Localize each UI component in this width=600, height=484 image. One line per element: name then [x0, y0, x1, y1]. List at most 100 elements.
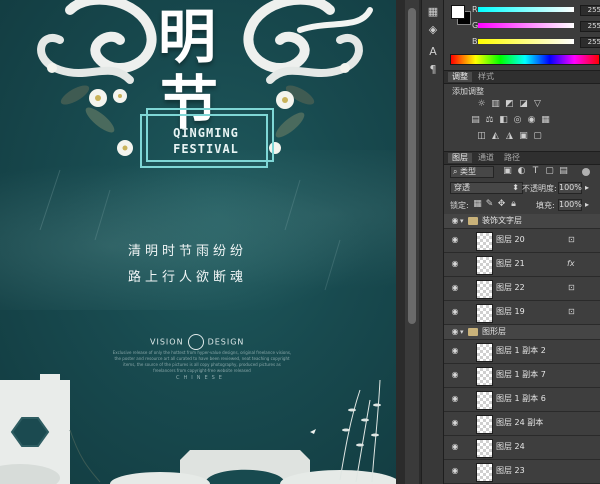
group-expand-icon[interactable]: ▾	[460, 327, 464, 337]
english-title-line-2: FESTIVAL	[173, 142, 239, 156]
filter-pixel-icon[interactable]: ▣	[502, 166, 513, 176]
r-label: R	[472, 5, 478, 14]
layer-name[interactable]: 图层 20	[496, 235, 525, 245]
layer-thumbnail	[476, 280, 493, 299]
layer-name[interactable]: 图层 22	[496, 283, 525, 293]
layer-thumbnail	[476, 256, 493, 275]
visibility-eye-icon[interactable]: ◉	[450, 418, 460, 428]
tab-layers[interactable]: 图层	[448, 153, 472, 163]
layer-row[interactable]: ◉ 图层 1 副本 2	[444, 340, 600, 364]
lock-pixels-icon[interactable]: ✎	[484, 199, 495, 209]
r-value-input[interactable]: 255	[580, 5, 600, 16]
tab-paths[interactable]: 路径	[500, 153, 524, 163]
layer-name[interactable]: 图层 1 副本 2	[496, 346, 546, 356]
selective-color-icon[interactable]: ▢	[532, 131, 543, 141]
filter-adjust-icon[interactable]: ◐	[516, 166, 527, 176]
filter-type-icon[interactable]: T	[530, 166, 541, 176]
visibility-eye-icon[interactable]: ◉	[450, 216, 460, 226]
layer-lock-icon: ⊡	[568, 283, 575, 292]
lock-transparent-icon[interactable]: ▦	[472, 199, 483, 209]
visibility-eye-icon[interactable]: ◉	[450, 327, 460, 337]
g-slider[interactable]	[478, 23, 574, 28]
visibility-eye-icon[interactable]: ◉	[450, 370, 460, 380]
folder-icon	[468, 328, 478, 336]
gradient-map-icon[interactable]: ▣	[518, 131, 529, 141]
threshold-icon[interactable]: ◮	[504, 131, 515, 141]
layer-row[interactable]: ◉ 图层 20 ⊡	[444, 229, 600, 253]
document-canvas[interactable]: 明 节 QINGMING FESTIVAL 清明时节雨纷纷 路上行人欲断魂 VI…	[0, 0, 396, 484]
layer-row[interactable]: ◉ 图层 19 ⊡	[444, 301, 600, 325]
layer-name[interactable]: 装饰文字层	[482, 216, 522, 226]
color-balance-icon[interactable]: ⚖	[484, 115, 495, 125]
visibility-eye-icon[interactable]: ◉	[450, 259, 460, 269]
posterize-icon[interactable]: ◭	[490, 131, 501, 141]
hue-icon[interactable]: ▤	[470, 115, 481, 125]
lock-position-icon[interactable]: ✥	[496, 199, 507, 209]
color-lookup-icon[interactable]: ▦	[540, 115, 551, 125]
visibility-eye-icon[interactable]: ◉	[450, 466, 460, 476]
paragraph-icon[interactable]: ¶	[426, 64, 440, 76]
layer-row[interactable]: ◉ 图层 23	[444, 460, 600, 484]
visibility-eye-icon[interactable]: ◉	[450, 442, 460, 452]
foreground-swatch-top	[451, 5, 465, 19]
visibility-eye-icon[interactable]: ◉	[450, 283, 460, 293]
english-title-line-1: QINGMING	[173, 126, 239, 140]
fill-label: 填充:	[536, 201, 555, 210]
layer-name[interactable]: 图层 23	[496, 466, 525, 476]
layer-name[interactable]: 图层 1 副本 6	[496, 394, 546, 404]
layer-group-graphics[interactable]: ◉ ▾ 图形层	[444, 325, 600, 340]
layer-name[interactable]: 图层 1 副本 7	[496, 370, 546, 380]
filter-smart-icon[interactable]: ▤	[558, 166, 569, 176]
filter-kind-select[interactable]: ⌕ 类型	[450, 166, 494, 178]
layer-row[interactable]: ◉ 图层 21 fx	[444, 253, 600, 277]
scrollbar-thumb[interactable]	[408, 8, 416, 324]
layer-row[interactable]: ◉ 图层 1 副本 7	[444, 364, 600, 388]
visibility-eye-icon[interactable]: ◉	[450, 307, 460, 317]
layer-name[interactable]: 图层 24 副本	[496, 418, 543, 428]
color-spectrum-bar[interactable]	[450, 54, 600, 65]
character-icon[interactable]: A	[426, 46, 440, 58]
filter-toggle[interactable]	[582, 168, 590, 176]
b-label: B	[472, 37, 478, 46]
filter-shape-icon[interactable]: ▢	[544, 166, 555, 176]
layers-icon[interactable]: ◈	[426, 24, 440, 36]
visibility-eye-icon[interactable]: ◉	[450, 235, 460, 245]
channel-mixer-icon[interactable]: ◉	[526, 115, 537, 125]
exposure-icon[interactable]: ◪	[518, 99, 529, 109]
opacity-input[interactable]: 100%	[558, 182, 582, 194]
b-slider[interactable]	[478, 39, 574, 44]
layer-name[interactable]: 图层 24	[496, 442, 525, 452]
b-value-input[interactable]: 255	[580, 37, 600, 48]
levels-icon[interactable]: ▥	[490, 99, 501, 109]
visibility-eye-icon[interactable]: ◉	[450, 394, 460, 404]
g-value-input[interactable]: 255	[580, 21, 600, 32]
layer-row[interactable]: ◉ 图层 24	[444, 436, 600, 460]
layer-thumbnail	[476, 232, 493, 251]
layer-group-decor-text[interactable]: ◉ ▾ 装饰文字层	[444, 214, 600, 229]
opacity-arrow-icon[interactable]: ▸	[585, 183, 589, 192]
invert-icon[interactable]: ◫	[476, 131, 487, 141]
fill-arrow-icon[interactable]: ▸	[585, 200, 589, 209]
vibrance-icon[interactable]: ▽	[532, 99, 543, 109]
photo-filter-icon[interactable]: ◎	[512, 115, 523, 125]
tab-style[interactable]: 样式	[474, 72, 498, 82]
r-slider[interactable]	[478, 7, 574, 12]
fill-input[interactable]: 100%	[558, 199, 582, 211]
tab-channels[interactable]: 通道	[474, 153, 498, 163]
layer-row[interactable]: ◉ 图层 24 副本	[444, 412, 600, 436]
visibility-eye-icon[interactable]: ◉	[450, 346, 460, 356]
tab-adjust[interactable]: 调整	[448, 72, 472, 82]
layer-name[interactable]: 图层 21	[496, 259, 525, 269]
curves-icon[interactable]: ◩	[504, 99, 515, 109]
group-expand-icon[interactable]: ▾	[460, 216, 464, 226]
black-white-icon[interactable]: ◧	[498, 115, 509, 125]
layer-name[interactable]: 图形层	[482, 327, 506, 337]
swatches-icon[interactable]: ▦	[426, 6, 440, 18]
brightness-icon[interactable]: ☼	[476, 99, 487, 109]
layer-row[interactable]: ◉ 图层 22 ⊡	[444, 277, 600, 301]
layer-fx-icon[interactable]: fx	[567, 259, 575, 269]
lock-all-icon[interactable]: 🔒︎	[508, 199, 519, 209]
blend-mode-select[interactable]: 穿透 ⬍	[450, 182, 523, 194]
layer-row[interactable]: ◉ 图层 1 副本 6	[444, 388, 600, 412]
layer-name[interactable]: 图层 19	[496, 307, 525, 317]
